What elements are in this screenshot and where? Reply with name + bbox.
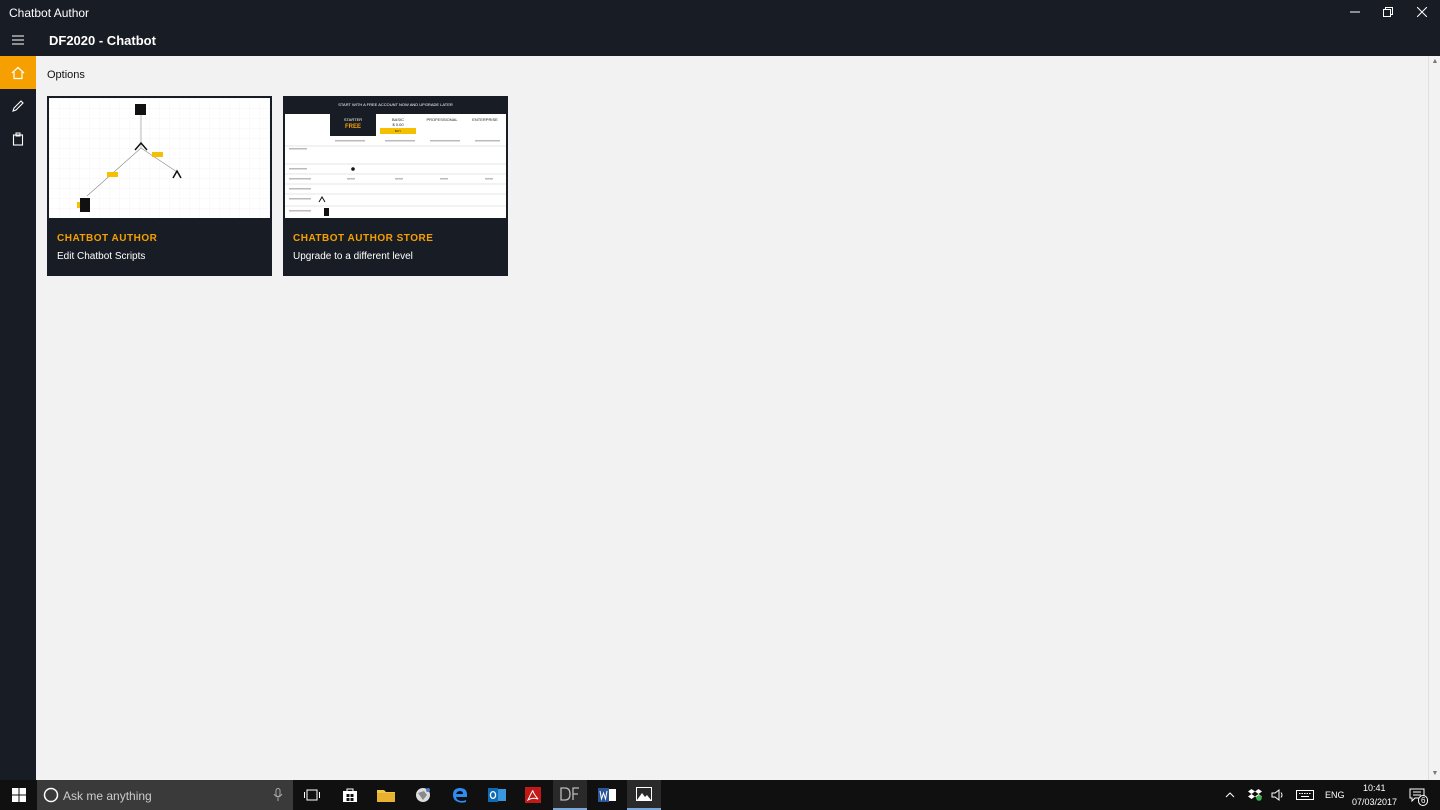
search-box[interactable]: Ask me anything [37,780,293,810]
tile-chatbot-author-store[interactable]: START WITH A FREE ACCOUNT NOW AND UPGRAD… [283,96,508,276]
task-view-button[interactable] [296,780,328,810]
show-hidden-icons-button[interactable] [1221,780,1239,810]
pdf-icon [525,787,541,803]
cortana-icon [43,787,59,803]
word-icon [598,788,616,802]
outlook-icon [488,788,506,802]
clock-time[interactable]: 10:41 [1363,783,1386,793]
scroll-down-icon[interactable]: ▼ [1431,770,1439,778]
dropbox-tray-button[interactable] [1245,780,1265,810]
home-icon [11,66,25,79]
hamburger-icon [12,35,24,45]
keyboard-button[interactable] [1293,780,1317,810]
folder-icon [377,790,395,802]
page-title: DF2020 - Chatbot [49,33,156,48]
df-logo-icon [560,787,579,801]
edge-button[interactable] [444,780,476,810]
acrobat-button[interactable] [517,780,549,810]
start-button[interactable] [0,780,37,810]
tile-thumbnail: START WITH A FREE ACCOUNT NOW AND UPGRAD… [285,98,506,218]
keyboard-icon [1296,790,1314,800]
language-indicator[interactable]: ENG [1325,790,1345,800]
app-header: DF2020 - Chatbot [0,24,1440,56]
dropbox-icon [1248,789,1262,801]
nav-edit[interactable] [0,89,36,122]
store-icon [343,788,357,802]
vertical-scrollbar[interactable]: ▲ ▼ [1428,56,1440,780]
microphone-icon[interactable] [273,788,283,802]
main-content: Options CHATBOT AUTHOR Edit Chatbot Scri… [36,56,1428,780]
tile-description: Upgrade to a different level [293,251,413,262]
photos-icon [636,787,652,801]
nav-store[interactable] [0,122,36,155]
restore-icon [1383,7,1393,17]
pricing-table-lines [285,140,506,216]
minimize-button[interactable] [1338,0,1372,24]
close-icon [1417,7,1427,17]
action-center-button[interactable]: 6 [1404,780,1430,810]
clipboard-icon [12,132,24,146]
app-globe-button[interactable] [407,780,439,810]
side-nav [0,56,36,780]
word-button[interactable] [591,780,623,810]
pencil-icon [12,99,24,112]
taskbar: Ask me anything ENG 10:41 07/03/2017 6 [0,780,1440,810]
restore-button[interactable] [1371,0,1405,24]
chevron-up-icon [1225,792,1235,798]
close-button[interactable] [1405,0,1439,24]
title-bar: Chatbot Author [0,0,1440,24]
windows-icon [11,788,26,802]
edge-icon [453,788,467,803]
flow-diagram-preview [49,98,270,218]
search-placeholder: Ask me anything [63,789,152,803]
app-window: Chatbot Author DF2020 - Chatbot Options … [0,0,1440,780]
globe-icon [416,788,430,802]
minimize-icon [1350,11,1360,13]
task-view-icon [304,789,320,801]
file-explorer-button[interactable] [370,780,402,810]
tile-title: CHATBOT AUTHOR [57,233,158,244]
tile-thumbnail [49,98,270,218]
photos-button[interactable] [627,780,661,810]
volume-button[interactable] [1268,780,1288,810]
notification-count: 6 [1418,795,1429,806]
chatbot-author-taskbar-button[interactable] [553,780,587,810]
scroll-up-icon[interactable]: ▲ [1431,58,1439,66]
section-heading: Options [47,69,85,81]
tile-description: Edit Chatbot Scripts [57,251,146,262]
outlook-button[interactable] [481,780,513,810]
clock-date[interactable]: 07/03/2017 [1352,797,1397,807]
tile-chatbot-author[interactable]: CHATBOT AUTHOR Edit Chatbot Scripts [47,96,272,276]
nav-home[interactable] [0,56,36,89]
tile-title: CHATBOT AUTHOR STORE [293,233,434,244]
menu-button[interactable] [0,24,36,56]
window-title: Chatbot Author [9,6,90,20]
speaker-icon [1271,789,1283,801]
store-app-button[interactable] [334,780,366,810]
